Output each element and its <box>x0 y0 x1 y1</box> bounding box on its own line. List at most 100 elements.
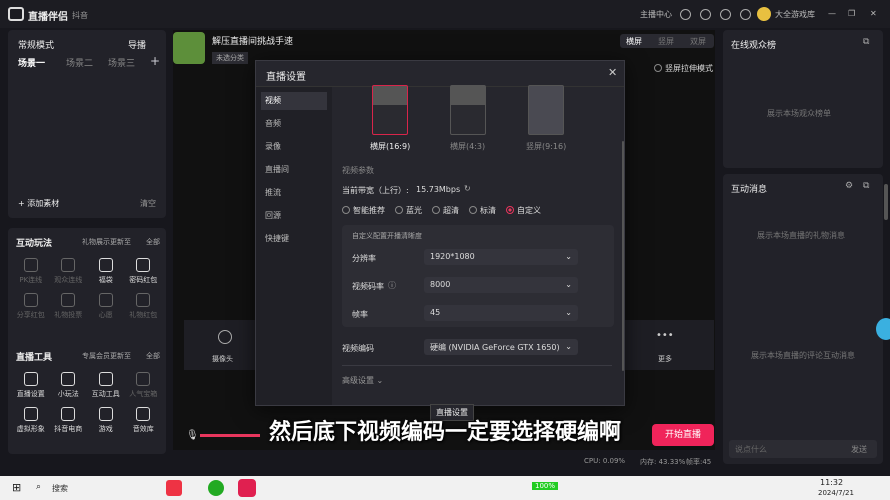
username[interactable]: 大全游戏库 <box>775 9 815 20</box>
memory-status: 内存: 43.33% <box>640 458 686 466</box>
taskbar-app2-icon[interactable] <box>208 480 224 496</box>
quality-option[interactable]: 智能推荐 <box>342 206 385 215</box>
tool-label: 人气宝箱 <box>129 390 158 398</box>
tool-label: 分享红包 <box>16 311 45 319</box>
resolution-label: 分辨率 <box>352 254 376 263</box>
add-material-button[interactable]: + 添加素材 <box>18 198 59 209</box>
floating-ball[interactable] <box>876 318 890 340</box>
settings-nav-item[interactable]: 快捷键 <box>261 230 327 248</box>
dialog-scrollbar[interactable] <box>622 141 624 371</box>
stream-title[interactable]: 解压直播间挑战手速 <box>212 34 293 47</box>
tab-portrait[interactable]: 竖屏 <box>658 36 674 47</box>
live-tools-notice[interactable]: 专属会员更新至 <box>82 351 131 361</box>
dialog-close-icon[interactable]: ✕ <box>608 66 617 79</box>
quality-option[interactable]: 蓝光 <box>395 206 422 215</box>
lucky-bag-tool[interactable]: 福袋 <box>87 258 125 285</box>
message-icon[interactable] <box>700 9 711 20</box>
tool-label: 礼物红包 <box>129 311 158 319</box>
scene-tab-3[interactable]: 场景三 <box>108 56 135 69</box>
host-center-link[interactable]: 主播中心 <box>640 9 672 20</box>
pk-icon <box>23 258 38 272</box>
bitrate-label: 视频码率 <box>352 282 384 291</box>
tab-dual[interactable]: 双屏 <box>690 36 706 47</box>
preview-landscape-43[interactable] <box>450 85 486 135</box>
right-scrollbar[interactable] <box>884 184 888 220</box>
mode-select[interactable]: 常规模式 <box>18 38 54 51</box>
settings-nav-item[interactable]: 直播间 <box>261 161 327 179</box>
bitrate-help-icon[interactable]: ⓘ <box>388 280 396 291</box>
maximize-button[interactable]: ❐ <box>848 9 855 18</box>
bandwidth-label: 当前带宽（上行）: <box>342 186 409 195</box>
tab-landscape[interactable]: 横屏 <box>626 36 642 47</box>
quality-option[interactable]: 自定义 <box>506 206 541 215</box>
red-packet-tool[interactable]: 密码红包 <box>125 258 163 285</box>
info-icon[interactable] <box>720 9 731 20</box>
app-title: 直播伴侣 <box>28 12 68 23</box>
puzzle-tool[interactable]: 互动工具 <box>87 372 125 399</box>
portrait-stretch-toggle[interactable]: 竖屏拉伸模式 <box>654 63 713 74</box>
chest-tool[interactable]: 人气宝箱 <box>125 372 163 399</box>
taskbar-search-icon[interactable]: ⌕ <box>36 482 41 492</box>
settings-nav-item[interactable]: 视频 <box>261 92 327 110</box>
comment-empty: 展示本场直播的评论互动消息 <box>751 351 855 360</box>
red-packet-icon <box>136 258 151 272</box>
windows-start-icon[interactable]: ⊞ <box>12 481 21 494</box>
interactive-all-link[interactable]: 全部 <box>146 237 160 247</box>
gift-empty: 展示本场直播的礼物消息 <box>757 231 845 240</box>
resolution-select[interactable]: 1920*1080 ⌄ <box>424 249 578 265</box>
mini-game-tool[interactable]: 小玩法 <box>50 372 88 399</box>
bitrate-select[interactable]: 8000 ⌄ <box>424 277 578 293</box>
category-tag[interactable]: 未选分类 <box>212 52 248 64</box>
close-button[interactable]: ✕ <box>870 9 877 18</box>
avatar[interactable] <box>757 7 771 21</box>
quality-options: 智能推荐 蓝光 超清 标清 自定义 <box>342 205 592 216</box>
minimize-button[interactable]: — <box>828 9 836 18</box>
taskbar-search[interactable]: 搜索 <box>52 483 68 494</box>
settings-icon <box>23 372 38 386</box>
audience-link-tool[interactable]: 观众连线 <box>50 258 88 285</box>
quality-option[interactable]: 超清 <box>432 206 459 215</box>
add-scene-icon[interactable]: + <box>150 54 160 68</box>
menu-icon[interactable] <box>740 9 751 20</box>
scene-panel: 常规模式 导播 场景一 场景二 场景三 + + 添加素材 清空 <box>8 30 166 218</box>
pk-tool[interactable]: PK连线 <box>12 258 50 285</box>
taskbar-live-app-icon[interactable] <box>238 479 256 497</box>
settings-nav-item[interactable]: 回源 <box>261 207 327 225</box>
gear-icon[interactable]: ⚙ <box>845 181 853 191</box>
quality-option[interactable]: 标清 <box>469 206 496 215</box>
settings-nav-item[interactable]: 录像 <box>261 138 327 156</box>
encoder-select[interactable]: 硬编 (NVIDIA GeForce GTX 1650) ⌄ <box>424 339 578 355</box>
interactive-notice[interactable]: 礼物展示更新至 <box>82 237 131 247</box>
popout-icon-2[interactable]: ⧉ <box>863 181 869 191</box>
clock-time[interactable]: 11:32 <box>820 478 843 487</box>
battery-indicator[interactable]: 100% <box>532 482 559 490</box>
camera-label: 摄像头 <box>212 355 233 363</box>
settings-nav-item[interactable]: 音频 <box>261 115 327 133</box>
share-tool[interactable]: 分享红包 <box>12 293 50 320</box>
wish-tool[interactable]: 心愿 <box>87 293 125 320</box>
fps-select[interactable]: 45 ⌄ <box>424 305 578 321</box>
preview-landscape-169[interactable] <box>372 85 408 135</box>
scene-tab-2[interactable]: 场景二 <box>66 56 93 69</box>
chest-icon <box>136 372 151 386</box>
tool-label: 礼物投票 <box>54 311 83 319</box>
taskbar-app-icon[interactable] <box>166 480 182 496</box>
headset-icon[interactable] <box>680 9 691 20</box>
gift-packet-tool[interactable]: 礼物红包 <box>125 293 163 320</box>
clock-date[interactable]: 2024/7/21 <box>818 489 854 497</box>
gift-vote-tool[interactable]: 礼物投票 <box>50 293 88 320</box>
live-tools-all-link[interactable]: 全部 <box>146 351 160 361</box>
camera-icon[interactable] <box>218 330 232 344</box>
scene-tab-1[interactable]: 场景一 <box>18 56 45 69</box>
popout-icon[interactable]: ⧉ <box>863 37 869 47</box>
more-icon[interactable]: ••• <box>656 330 674 341</box>
settings-nav-item[interactable]: 推流 <box>261 184 327 202</box>
interaction-title: 互动消息 <box>731 185 768 195</box>
import-button[interactable]: 导播 <box>128 38 146 51</box>
preview-portrait-916[interactable] <box>528 85 564 135</box>
advanced-settings-toggle[interactable]: 高级设置 ⌄ <box>342 375 383 386</box>
custom-config-box: 自定义配置开播清晰度 分辨率 1920*1080 ⌄ 视频码率 ⓘ 8000 ⌄ 帧… <box>342 225 614 327</box>
refresh-icon[interactable]: ↻ <box>464 184 471 193</box>
clear-button[interactable]: 清空 <box>140 198 156 209</box>
settings-tool[interactable]: 直播设置 <box>12 372 50 399</box>
